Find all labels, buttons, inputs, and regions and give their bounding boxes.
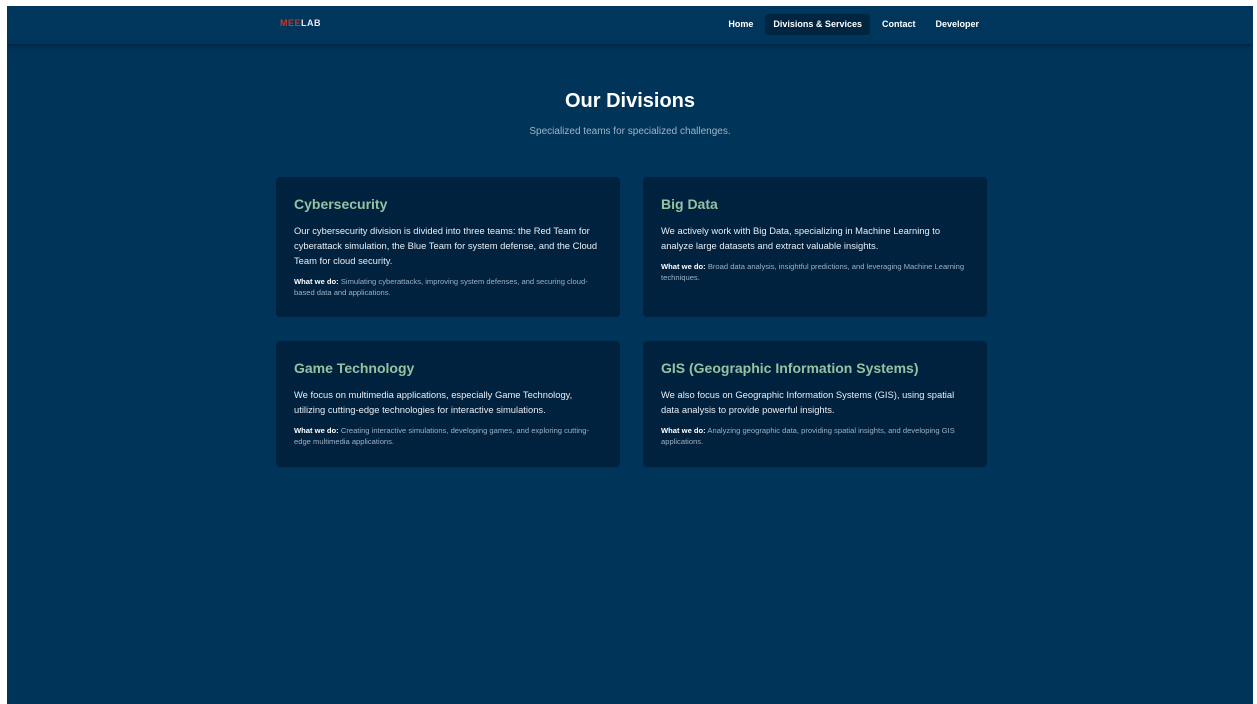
card-title: GIS (Geographic Information Systems) xyxy=(661,360,919,376)
division-card-gis: GIS (Geographic Information Systems) We … xyxy=(643,341,987,467)
card-what-we-do: What we do: Analyzing geographic data, p… xyxy=(661,425,969,447)
navbar: MEELAB Home Divisions & Services Contact… xyxy=(7,6,1253,44)
nav-link-home[interactable]: Home xyxy=(720,14,761,35)
card-what-we-do: What we do: Creating interactive simulat… xyxy=(294,425,602,447)
card-title: Big Data xyxy=(661,196,718,212)
nav-link-divisions-services[interactable]: Divisions & Services xyxy=(765,14,870,35)
nav-links: Home Divisions & Services Contact Develo… xyxy=(720,14,987,35)
logo-accent-text: MEE xyxy=(280,18,302,28)
what-we-do-label: What we do: xyxy=(294,277,339,286)
nav-link-developer[interactable]: Developer xyxy=(927,14,987,35)
card-description: We focus on multimedia applications, esp… xyxy=(294,389,573,415)
what-we-do-text: Analyzing geographic data, providing spa… xyxy=(661,426,955,446)
card-what-we-do: What we do: Simulating cyberattacks, imp… xyxy=(294,276,602,298)
card-description: Our cybersecurity division is divided in… xyxy=(294,225,598,266)
what-we-do-text: Broad data analysis, insightful predicti… xyxy=(661,262,965,282)
page: MEELAB Home Divisions & Services Contact… xyxy=(7,6,1253,704)
what-we-do-label: What we do: xyxy=(661,262,706,271)
card-what-we-do: What we do: Broad data analysis, insight… xyxy=(661,261,969,283)
logo-rest-text: LAB xyxy=(301,18,322,28)
what-we-do-text: Creating interactive simulations, develo… xyxy=(294,426,590,446)
page-subtitle: Specialized teams for specialized challe… xyxy=(529,126,731,137)
what-we-do-label: What we do: xyxy=(661,426,706,435)
card-title: Cybersecurity xyxy=(294,196,388,212)
page-title: Our Divisions xyxy=(564,90,696,112)
division-card-game-technology: Game Technology We focus on multimedia a… xyxy=(276,341,620,467)
card-description: We actively work with Big Data, speciali… xyxy=(661,225,941,251)
nav-link-contact[interactable]: Contact xyxy=(874,14,924,35)
card-title: Game Technology xyxy=(294,360,415,376)
card-description: We also focus on Geographic Information … xyxy=(661,389,955,415)
what-we-do-text: Simulating cyberattacks, improving syste… xyxy=(294,277,588,297)
division-card-big-data: Big Data We actively work with Big Data,… xyxy=(643,177,987,317)
division-card-cybersecurity: Cybersecurity Our cybersecurity division… xyxy=(276,177,620,317)
site-logo[interactable]: MEELAB xyxy=(280,17,321,29)
what-we-do-label: What we do: xyxy=(294,426,339,435)
